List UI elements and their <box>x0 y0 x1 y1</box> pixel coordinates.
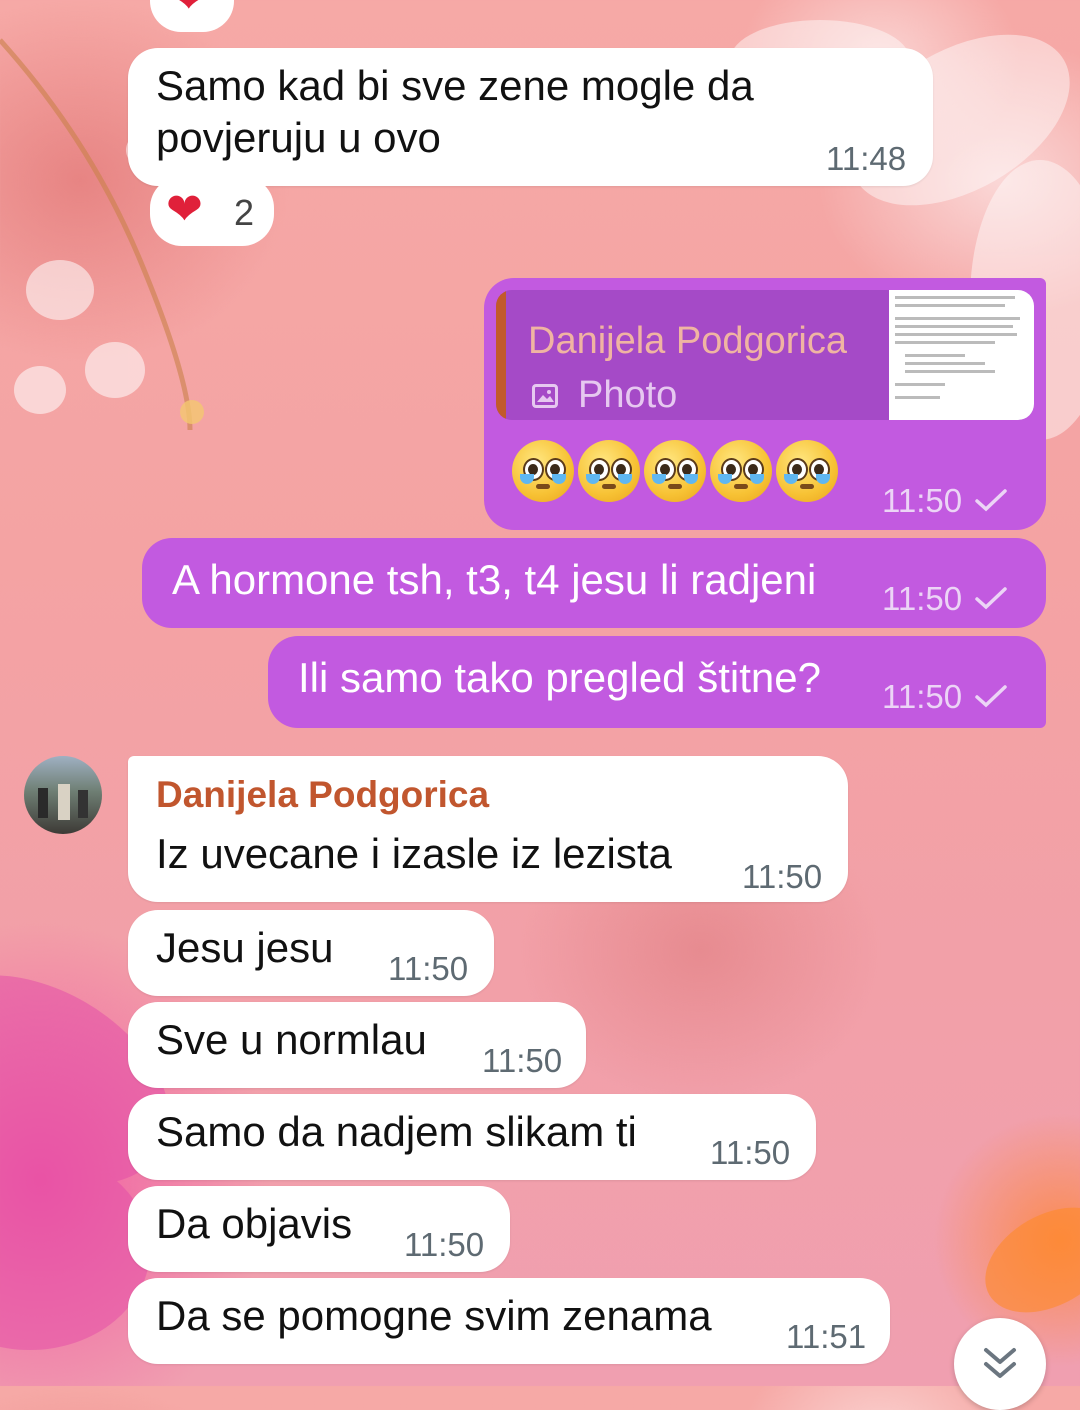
message-time: 11:50 <box>404 1226 485 1263</box>
message-bubble-incoming[interactable]: Da se pomogne svim zenama 11:51 <box>128 1278 890 1364</box>
message-time: 11:50 <box>482 1042 563 1079</box>
message-text: Da objavis <box>156 1200 353 1247</box>
message-text: A hormone tsh, t3, t4 jesu li radjeni <box>172 556 817 603</box>
check-icon <box>975 587 1007 610</box>
heart-icon: ❤ <box>166 185 203 234</box>
message-time: 11:50 <box>882 580 963 617</box>
message-bubble-incoming[interactable]: Samo da nadjem slikam ti 11:50 <box>128 1094 816 1180</box>
message-time: 11:50 <box>388 950 469 987</box>
message-time: 11:48 <box>826 140 907 177</box>
message-text: Jesu jesu <box>156 924 334 971</box>
message-bubble-incoming[interactable]: Samo kad bi sve zene mogle da povjeruju … <box>128 48 933 186</box>
check-icon <box>975 685 1007 708</box>
message-time: 11:50 <box>882 482 963 519</box>
scroll-down-button[interactable] <box>954 1318 1046 1410</box>
reaction-count: 2 <box>234 192 255 233</box>
message-text: Samo da nadjem slikam ti <box>156 1108 637 1155</box>
message-bubble-outgoing[interactable]: Danijela Podgorica Photo 11:50 <box>484 278 1046 530</box>
reaction-pill[interactable]: ❤ 2 <box>150 176 274 246</box>
message-text: Da se pomogne svim zenama <box>156 1292 712 1339</box>
reply-preview[interactable]: Danijela Podgorica Photo <box>496 290 1034 420</box>
heart-icon: ❤ <box>172 0 206 24</box>
avatar[interactable] <box>24 756 102 834</box>
message-time: 11:50 <box>742 858 823 895</box>
message-text: Ili samo tako pregled štitne? <box>298 654 821 701</box>
thumbnail-text-lines <box>895 296 1027 399</box>
message-bubble-incoming[interactable]: Da objavis 11:50 <box>128 1186 510 1272</box>
pleading-face-emoji <box>578 440 640 502</box>
pleading-face-emoji <box>776 440 838 502</box>
message-time: 11:50 <box>882 678 963 715</box>
message-bubble-incoming[interactable]: Sve u normlau 11:50 <box>128 1002 586 1088</box>
reply-accent-bar <box>496 290 506 420</box>
reply-author: Danijela Podgorica <box>528 320 847 362</box>
image-icon <box>532 384 558 408</box>
message-text: Samo kad bi sve zene mogle da <box>156 62 754 109</box>
message-bubble-outgoing[interactable]: Ili samo tako pregled štitne? 11:50 <box>268 636 1046 728</box>
pleading-face-emoji <box>512 440 574 502</box>
sender-name[interactable]: Danijela Podgorica <box>156 774 489 816</box>
pleading-face-emoji <box>644 440 706 502</box>
chevron-double-down-icon <box>984 1348 1016 1378</box>
message-time: 11:50 <box>710 1134 791 1171</box>
message-text: povjeruju u ovo <box>156 114 441 161</box>
check-icon <box>975 489 1007 512</box>
message-text: Sve u normlau <box>156 1016 427 1063</box>
message-text: Iz uvecane i izasle iz lezista <box>156 830 672 877</box>
reply-thumbnail[interactable] <box>889 290 1034 420</box>
message-bubble-outgoing[interactable]: A hormone tsh, t3, t4 jesu li radjeni 11… <box>142 538 1046 628</box>
message-bubble-incoming[interactable]: Danijela Podgorica Iz uvecane i izasle i… <box>128 756 848 902</box>
message-bubble-incoming[interactable]: Jesu jesu 11:50 <box>128 910 494 996</box>
pleading-face-emoji <box>710 440 772 502</box>
reply-media-label: Photo <box>578 374 678 416</box>
message-time: 11:51 <box>786 1318 867 1355</box>
